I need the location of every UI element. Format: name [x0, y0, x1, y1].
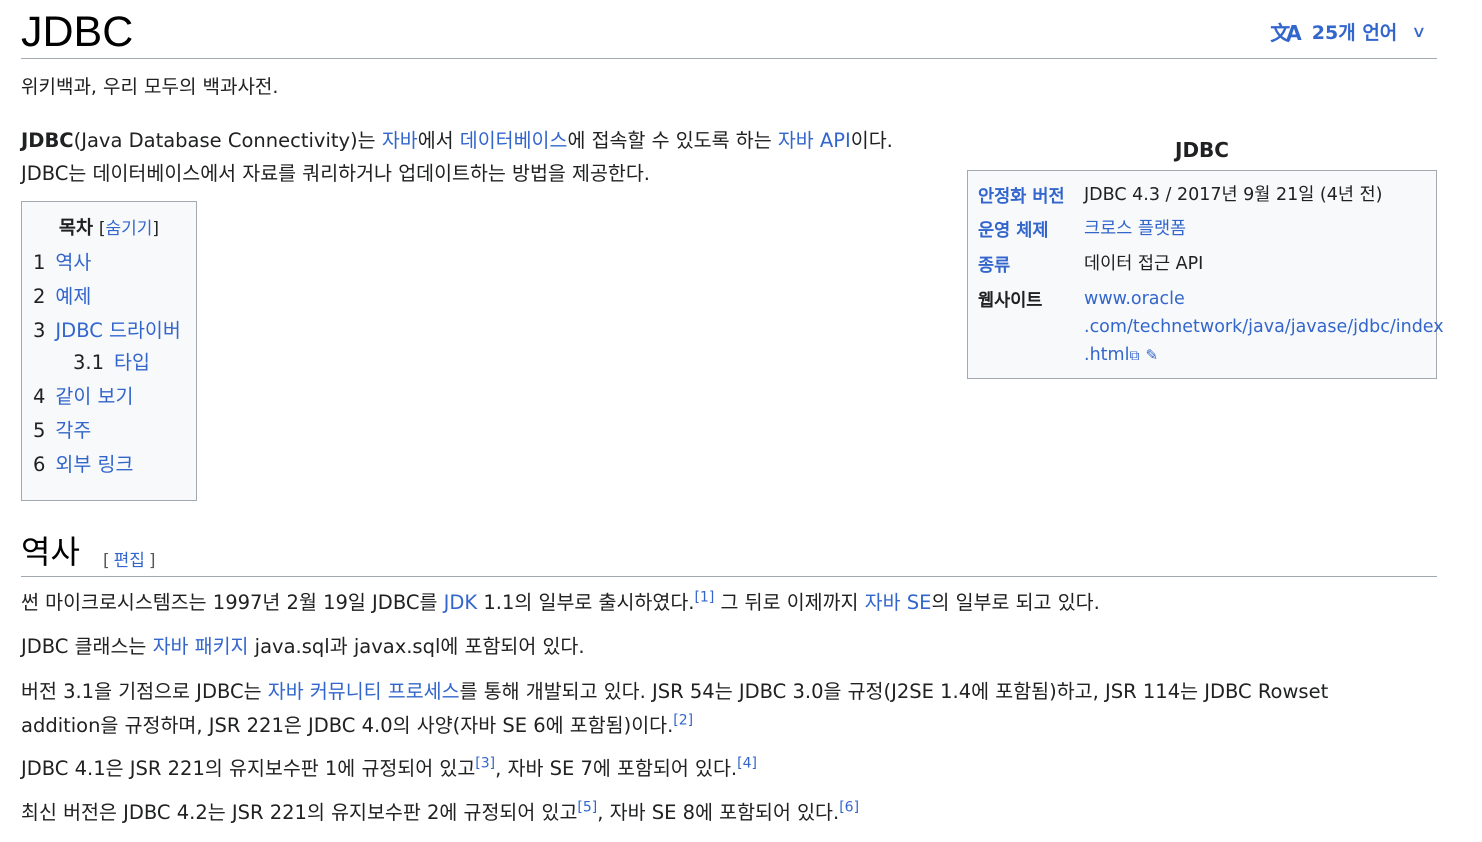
- reference-link[interactable]: [6]: [839, 800, 859, 816]
- toc-number: 6: [33, 453, 46, 476]
- external-link-icon: ⧉: [1129, 348, 1140, 364]
- history-paragraph-4: JDBC 4.1은 JSR 221의 유지보수판 1에 규정되어 있고[3], …: [21, 752, 1401, 786]
- website-line: www.oracle: [1084, 289, 1185, 309]
- reference-link[interactable]: [5]: [577, 800, 597, 816]
- lead-paragraph: JDBC(Java Database Connectivity)는 자바에서 데…: [21, 124, 946, 190]
- pencil-icon[interactable]: ✎: [1145, 346, 1158, 364]
- infobox-value-link[interactable]: 크로스 플랫폼: [1084, 217, 1434, 241]
- toc-link[interactable]: JDBC 드라이버: [55, 319, 180, 342]
- website-link[interactable]: www.oracle .com/technetwork/java/javase/j…: [1084, 289, 1444, 365]
- page-title: JDBC: [21, 8, 134, 56]
- toc-link[interactable]: 예제: [55, 285, 91, 308]
- infobox-value: 데이터 접근 API: [1084, 254, 1204, 274]
- toc-hide-link[interactable]: 숨기기: [106, 219, 153, 239]
- toc-item[interactable]: 5 각주: [33, 414, 196, 448]
- para-text: 의 일부로 되고 있다.: [931, 591, 1100, 614]
- website-line: .com/technetwork/java/javase/jdbc/index: [1084, 317, 1444, 337]
- toc-title: 목차: [58, 218, 93, 239]
- para-text: 그 뒤로 이제까지: [714, 591, 865, 614]
- para-text: JDBC 4.1은 JSR 221의 유지보수판 1에 규정되어 있고: [21, 757, 476, 780]
- para-text: 1.1의 일부로 출시하였다.: [477, 591, 695, 614]
- reference-link[interactable]: [1]: [694, 590, 714, 606]
- toc-number: 3: [33, 319, 46, 342]
- para-text: 최신 버전은 JDBC 4.2는 JSR 221의 유지보수판 2에 규정되어 …: [21, 801, 578, 824]
- language-count-label: 25개 언어: [1311, 21, 1398, 44]
- link-database[interactable]: 데이터베이스: [460, 129, 568, 152]
- link-java-se[interactable]: 자바 SE: [865, 591, 932, 614]
- para-text: 썬 마이크로시스템즈는 1997년 2월 19일 JDBC를: [21, 591, 444, 614]
- table-of-contents: 목차 [숨기기] 1 역사 2 예제 3 JDBC 드라이버 3.1 타입 4 같이 보기…: [21, 201, 197, 501]
- link-java-package[interactable]: 자바 패키지: [153, 635, 249, 658]
- infobox-label[interactable]: 안정화 버전: [978, 183, 1065, 208]
- lead-text: 에 접속할 수 있도록 하는: [567, 129, 778, 152]
- para-text: 버전 3.1을 기점으로 JDBC는: [21, 680, 268, 703]
- toc-number: 5: [33, 419, 46, 442]
- article-page: JDBC 文A 25개 언어 ∨ 위키백과, 우리 모두의 백과사전. JDBC…: [0, 0, 1482, 842]
- reference-link[interactable]: [4]: [737, 756, 757, 772]
- para-text: , 자바 SE 7에 포함되어 있다.: [495, 757, 738, 780]
- lead-text: 에서: [417, 129, 460, 152]
- website-line: .html: [1084, 345, 1130, 365]
- toc-item[interactable]: 4 같이 보기: [33, 380, 196, 414]
- lead-text: (Java Database Connectivity)는: [73, 129, 382, 152]
- para-text: , 자바 SE 8에 포함되어 있다.: [597, 801, 840, 824]
- link-java[interactable]: 자바: [382, 129, 418, 152]
- reference-link[interactable]: [2]: [673, 713, 693, 729]
- infobox-title: JDBC: [1175, 138, 1229, 162]
- toc-header: 목차 [숨기기]: [33, 214, 185, 240]
- infobox-label[interactable]: 운영 체제: [978, 217, 1049, 242]
- toc-number: 3.1: [73, 351, 105, 374]
- toc-item[interactable]: 6 외부 링크: [33, 448, 196, 482]
- toc-link[interactable]: 각주: [55, 419, 91, 442]
- chevron-down-icon: ∨: [1411, 21, 1427, 41]
- edit-section-link[interactable]: 편집: [114, 551, 145, 571]
- toc-number: 2: [33, 285, 46, 308]
- toc-item[interactable]: 1 역사: [33, 246, 196, 280]
- toc-number: 4: [33, 385, 46, 408]
- toc-item[interactable]: 2 예제: [33, 280, 196, 314]
- section-title: 역사: [21, 533, 80, 571]
- lead-subject: JDBC: [21, 129, 74, 152]
- history-paragraph-5: 최신 버전은 JDBC 4.2는 JSR 221의 유지보수판 2에 규정되어 …: [21, 796, 1401, 830]
- reference-link[interactable]: [3]: [475, 756, 495, 772]
- history-paragraph-1: 썬 마이크로시스템즈는 1997년 2월 19일 JDBC를 JDK 1.1의 …: [21, 586, 1401, 620]
- infobox-value: JDBC 4.3 / 2017년 9월 21일 (4년 전): [1084, 185, 1383, 205]
- link-jdk[interactable]: JDK: [444, 591, 478, 614]
- toc-link[interactable]: 역사: [55, 251, 91, 274]
- link-java-community-process[interactable]: 자바 커뮤니티 프로세스: [268, 680, 460, 703]
- toc-link[interactable]: 외부 링크: [55, 453, 133, 476]
- infobox: 안정화 버전 JDBC 4.3 / 2017년 9월 21일 (4년 전) 운영…: [967, 170, 1444, 379]
- toc-link[interactable]: 타입: [114, 351, 150, 374]
- section-header-history: 역사 [편집]: [21, 530, 1437, 577]
- toc-subitem[interactable]: 3.1 타입: [33, 348, 196, 380]
- infobox-label[interactable]: 종류: [978, 252, 1010, 277]
- history-paragraph-2: JDBC 클래스는 자바 패키지 java.sql과 javax.sql에 포함…: [21, 630, 1401, 664]
- para-text: java.sql과 javax.sql에 포함되어 있다.: [248, 635, 585, 658]
- link-java-api[interactable]: 자바 API: [778, 129, 851, 152]
- infobox-label: 웹사이트: [978, 291, 1043, 311]
- title-row: JDBC 文A 25개 언어 ∨: [21, 6, 1437, 59]
- language-selector-button[interactable]: 文A 25개 언어 ∨: [1270, 16, 1427, 46]
- site-tagline: 위키백과, 우리 모두의 백과사전.: [21, 76, 279, 98]
- para-text: JDBC 클래스는: [21, 635, 153, 658]
- translate-icon: 文A: [1270, 20, 1302, 45]
- toc-link[interactable]: 같이 보기: [55, 385, 133, 408]
- history-paragraph-3: 버전 3.1을 기점으로 JDBC는 자바 커뮤니티 프로세스를 통해 개발되고…: [21, 675, 1401, 743]
- toc-item[interactable]: 3 JDBC 드라이버: [33, 314, 196, 348]
- section-edit: [편집]: [103, 551, 156, 571]
- infobox-value: www.oracle .com/technetwork/java/javase/j…: [1084, 285, 1444, 370]
- toc-toggle: [숨기기]: [98, 219, 160, 239]
- toc-list: 1 역사 2 예제 3 JDBC 드라이버 3.1 타입 4 같이 보기 5 각주 6 외부 …: [33, 246, 196, 482]
- toc-number: 1: [33, 251, 46, 274]
